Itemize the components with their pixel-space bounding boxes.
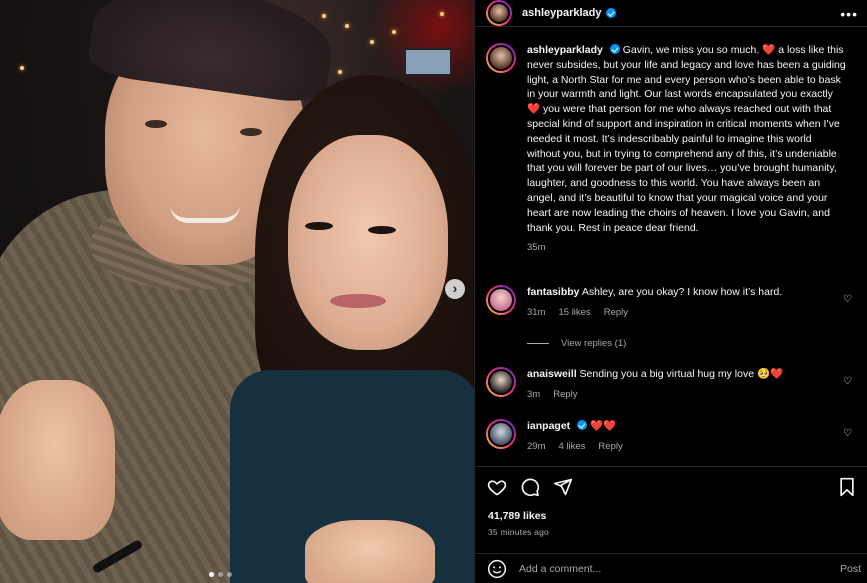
comment-row: ianpaget ❤️❤️ 29m 4 likes Reply ♡ <box>486 419 858 455</box>
post-header: ashleyparklady ••• <box>475 0 867 27</box>
caption-text: Gavin, we miss you so much. ❤️ a loss li… <box>527 44 846 234</box>
comment-row: anaisweill Sending you a big virtual hug… <box>486 367 858 403</box>
hand-left <box>0 380 115 540</box>
view-replies-label[interactable]: View replies (1) <box>561 338 626 349</box>
verified-badge-icon <box>577 420 588 430</box>
comment-username[interactable]: fantasibby <box>527 286 580 298</box>
comment-text: Ashley, are you okay? I know how it’s ha… <box>581 286 783 298</box>
instagram-post-modal: › ashleyparklady ••• ashleyparklady Gavi… <box>0 0 867 583</box>
reply-button[interactable]: Reply <box>604 306 628 321</box>
post-timestamp: 35 minutes ago <box>488 527 549 537</box>
hand-right <box>305 520 435 583</box>
commenter-avatar[interactable] <box>486 285 516 315</box>
caption-username[interactable]: ashleyparklady <box>527 44 603 56</box>
comment-bubble-icon[interactable] <box>520 477 540 497</box>
comment-age: 3m <box>527 388 541 400</box>
comment-username[interactable]: anaisweill <box>527 368 577 380</box>
comment-meta: 29m 4 likes Reply <box>527 440 847 455</box>
like-comment-heart-icon[interactable]: ♡ <box>843 294 852 305</box>
carousel-dot-active <box>209 572 214 577</box>
caption-avatar[interactable] <box>486 43 516 73</box>
verified-badge-icon <box>609 44 620 54</box>
string-light <box>20 66 24 70</box>
like-comment-heart-icon[interactable]: ♡ <box>843 376 852 387</box>
man-eye <box>145 120 167 128</box>
commenter-avatar[interactable] <box>486 419 516 449</box>
caption-row: ashleyparklady Gavin, we miss you so muc… <box>486 43 858 256</box>
comments-scroll-area[interactable]: ashleyparklady Gavin, we miss you so muc… <box>475 35 867 465</box>
comment-age: 31m <box>527 306 546 318</box>
like-heart-icon[interactable] <box>487 477 507 497</box>
reply-button[interactable]: Reply <box>553 388 577 403</box>
share-send-icon[interactable] <box>553 477 573 497</box>
man-eye <box>240 128 262 136</box>
comment-body: fantasibby Ashley, are you okay? I know … <box>527 285 847 321</box>
post-action-bar <box>475 466 867 508</box>
comment-text: ❤️❤️ <box>590 420 617 432</box>
replies-divider <box>527 343 549 344</box>
likes-count[interactable]: 41,789 likes <box>488 510 546 522</box>
string-light <box>370 40 374 44</box>
more-icon[interactable]: ••• <box>840 6 858 22</box>
next-slide-button[interactable]: › <box>445 279 465 299</box>
reply-button[interactable]: Reply <box>598 440 622 455</box>
woman-face <box>288 135 448 350</box>
caption-body: ashleyparklady Gavin, we miss you so muc… <box>527 43 847 256</box>
post-comment-button[interactable]: Post <box>840 563 861 575</box>
comment-text: Sending you a big virtual hug my love 🥺❤… <box>579 368 784 380</box>
emoji-icon[interactable] <box>487 559 507 579</box>
post-photo[interactable]: › <box>0 0 474 583</box>
woman-eye <box>368 226 396 234</box>
save-bookmark-icon[interactable] <box>838 477 856 497</box>
string-light <box>440 12 444 16</box>
comment-username[interactable]: ianpaget <box>527 420 570 432</box>
string-light <box>322 14 326 18</box>
string-light <box>392 30 396 34</box>
view-replies-button[interactable]: View replies (1) <box>527 338 626 349</box>
caption-meta: 35m <box>527 241 847 256</box>
caption-age: 35m <box>527 242 546 254</box>
verified-badge-icon <box>605 8 616 18</box>
comment-age: 29m <box>527 440 546 452</box>
add-comment-bar: Post <box>475 553 867 583</box>
comment-likes[interactable]: 15 likes <box>558 306 590 321</box>
woman-lips <box>330 294 386 308</box>
carousel-dot <box>218 572 223 577</box>
post-details-panel: ashleyparklady ••• ashleyparklady Gavin,… <box>474 0 867 583</box>
author-avatar[interactable] <box>486 0 512 26</box>
carousel-dot <box>227 572 232 577</box>
man-smile <box>170 205 240 223</box>
comment-body: anaisweill Sending you a big virtual hug… <box>527 367 847 403</box>
commenter-avatar[interactable] <box>486 367 516 397</box>
background-screen <box>404 48 452 76</box>
comment-row: fantasibby Ashley, are you okay? I know … <box>486 285 858 321</box>
string-light <box>338 70 342 74</box>
carousel-dots <box>209 572 232 577</box>
comment-likes[interactable]: 4 likes <box>558 440 585 455</box>
woman-eye <box>305 222 333 230</box>
comment-meta: 31m 15 likes Reply <box>527 306 847 321</box>
author-username[interactable]: ashleyparklady <box>522 7 602 19</box>
comment-meta: 3m Reply <box>527 388 847 403</box>
string-light <box>345 24 349 28</box>
comment-input[interactable] <box>519 562 819 575</box>
like-comment-heart-icon[interactable]: ♡ <box>843 428 852 439</box>
comment-body: ianpaget ❤️❤️ 29m 4 likes Reply <box>527 419 847 455</box>
